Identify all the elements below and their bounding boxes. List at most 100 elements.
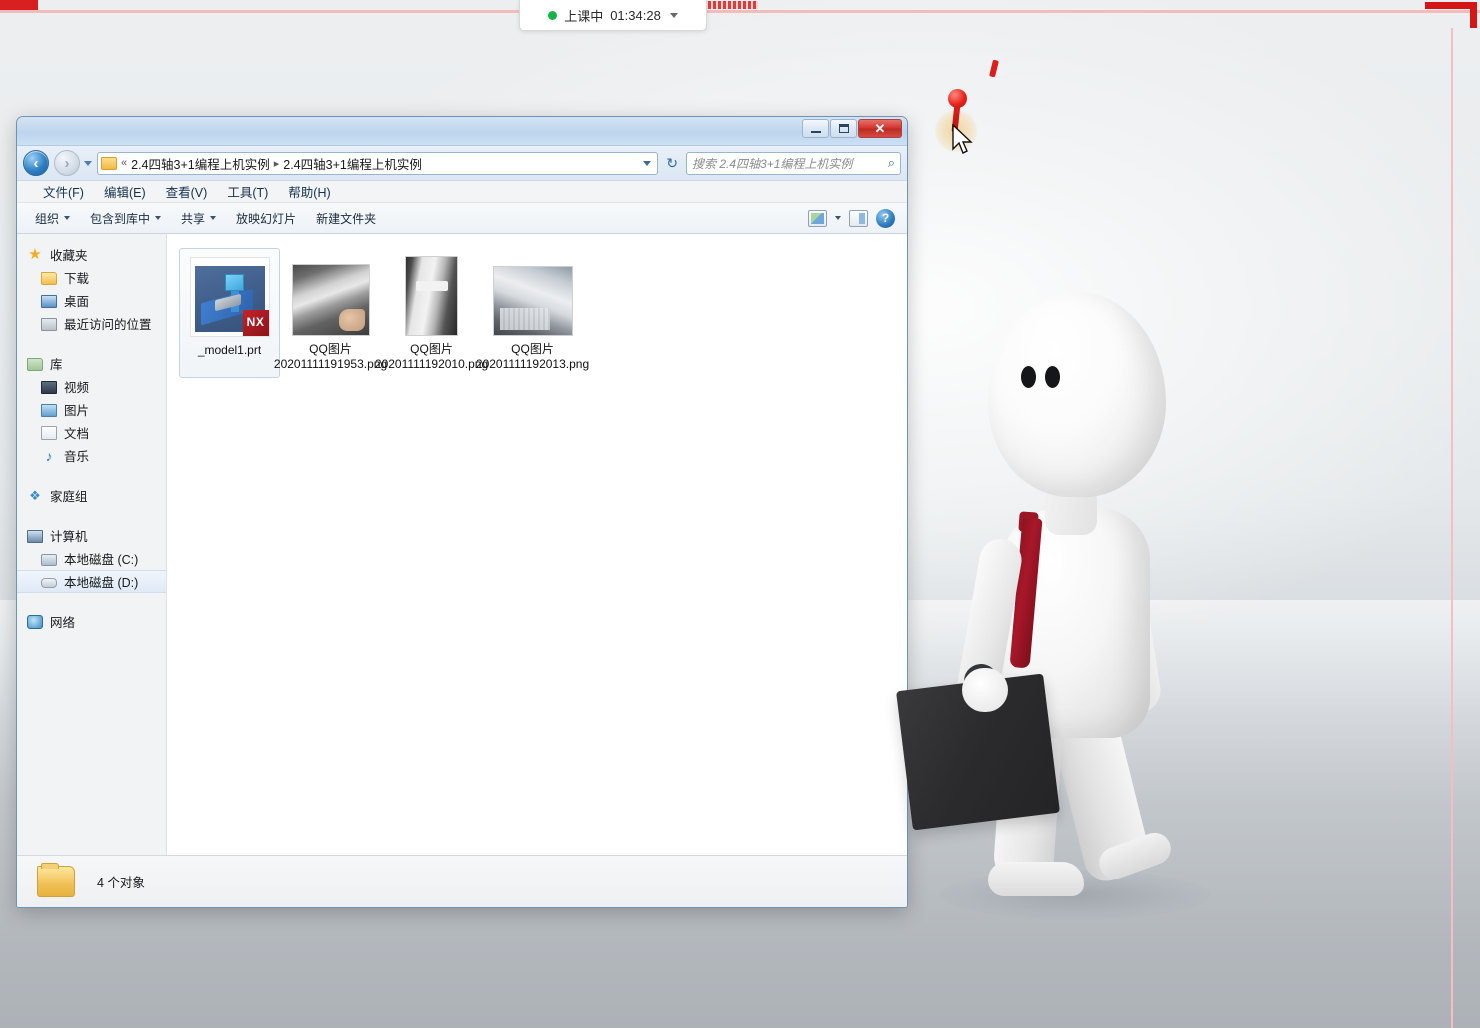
toolbar-share-label: 共享 (181, 211, 206, 226)
class-timer: 01:34:28 (610, 7, 661, 23)
toolbar-slideshow-button[interactable]: 放映幻灯片 (226, 207, 306, 230)
menu-item-view[interactable]: 查看(V) (166, 182, 208, 201)
view-mode-icon[interactable] (808, 209, 827, 227)
nx-part-thumbnail-icon: NX (189, 257, 270, 337)
toolbar-organize-button[interactable]: 组织 (25, 207, 80, 230)
frame-marker-top-left (0, 0, 38, 10)
chevron-down-icon (64, 216, 71, 220)
status-online-dot (548, 10, 558, 20)
desktop-icon (41, 295, 57, 308)
menu-item-help[interactable]: 帮助(H) (288, 182, 330, 201)
sidebar-item-computer[interactable]: 计算机 (17, 524, 166, 547)
sidebar-item-local-disk-d[interactable]: 本地磁盘 (D:) (17, 570, 166, 593)
minimize-button[interactable] (802, 119, 829, 138)
toolbar-share-button[interactable]: 共享 (171, 207, 226, 230)
maximize-button[interactable] (830, 119, 857, 138)
sidebar-item-downloads[interactable]: 下载 (17, 266, 166, 289)
file-thumbnail (491, 252, 575, 336)
view-mode-caret-icon[interactable] (835, 216, 841, 220)
search-icon[interactable]: ⌕ (888, 155, 895, 171)
folder-icon (37, 863, 75, 897)
command-toolbar: 组织 包含到库中 共享 放映幻灯片 新建文件夹 ? (17, 203, 907, 234)
sidebar-item-network[interactable]: 网络 (17, 610, 166, 633)
file-list-area[interactable]: NX _model1.prt QQ图片20201111191953.png QQ… (167, 234, 907, 855)
mannequin-head (988, 292, 1166, 497)
toolbar-right-group: ? (808, 208, 899, 228)
window-titlebar[interactable]: ✕ (17, 117, 907, 146)
sidebar-item-homegroup[interactable]: ❖ 家庭组 (17, 484, 166, 507)
video-icon (41, 381, 57, 394)
mannequin-left-eye (1021, 366, 1036, 388)
sidebar-item-documents[interactable]: 文档 (17, 421, 166, 444)
sidebar-item-favorites[interactable]: ★ 收藏夹 (17, 243, 166, 266)
sidebar-label-favorites: 收藏夹 (50, 249, 88, 263)
toolbar-new-folder-button[interactable]: 新建文件夹 (306, 207, 386, 230)
sidebar-label-pictures: 图片 (64, 404, 90, 418)
back-arrow-icon[interactable]: ‹ (23, 150, 49, 176)
file-label: QQ图片20201111191953.png (273, 342, 388, 372)
minimize-icon (810, 130, 821, 133)
refresh-icon[interactable]: ↻ (663, 155, 681, 172)
sidebar-item-videos[interactable]: 视频 (17, 375, 166, 398)
history-dropdown-icon[interactable] (84, 160, 92, 166)
toolbar-include-in-library-button[interactable]: 包含到库中 (80, 207, 171, 230)
status-bar: 4 个对象 (17, 855, 907, 907)
file-item-qq-image-1[interactable]: QQ图片20201111191953.png (274, 248, 387, 378)
search-input[interactable]: 搜索 2.4四轴3+1编程上机实例 ⌕ (686, 151, 901, 175)
file-thumbnail (390, 252, 474, 336)
file-explorer-window[interactable]: ✕ ‹ › « 2.4四轴3+1编程上机实例 ▸ 2.4四轴3+1编程上机实例 … (16, 116, 908, 908)
frame-corner-top-right (1425, 2, 1477, 28)
window-controls: ✕ (802, 119, 902, 138)
sidebar-item-local-disk-c[interactable]: 本地磁盘 (C:) (17, 547, 166, 570)
navigation-sidebar[interactable]: ★ 收藏夹 下载 桌面 最近访问的位置 库 视频 图片 文档 ♪ 音乐 ❖ 家庭… (17, 234, 167, 855)
address-overflow-chevron[interactable]: « (121, 157, 127, 169)
help-icon[interactable]: ? (876, 208, 895, 228)
file-thumbnail (289, 252, 373, 336)
breadcrumb-separator-icon: ▸ (273, 157, 280, 170)
breadcrumb-segment-2[interactable]: 2.4四轴3+1编程上机实例 (283, 154, 422, 173)
close-button[interactable]: ✕ (858, 119, 902, 138)
sidebar-item-recent-places[interactable]: 最近访问的位置 (17, 312, 166, 335)
address-dropdown-icon[interactable] (643, 160, 652, 166)
star-icon: ★ (28, 245, 42, 263)
forward-arrow-icon[interactable]: › (54, 150, 80, 176)
file-item-model1-prt[interactable]: NX _model1.prt (179, 248, 280, 379)
chevron-down-icon (155, 216, 162, 220)
navigation-bar: ‹ › « 2.4四轴3+1编程上机实例 ▸ 2.4四轴3+1编程上机实例 ↻ … (17, 146, 907, 181)
frame-dashed-marker (698, 1, 758, 9)
sidebar-item-desktop[interactable]: 桌面 (17, 289, 166, 312)
sidebar-item-music[interactable]: ♪ 音乐 (17, 444, 166, 467)
sidebar-item-libraries[interactable]: 库 (17, 352, 166, 375)
breadcrumb-segment-1[interactable]: 2.4四轴3+1编程上机实例 (131, 154, 270, 173)
chevron-down-icon (210, 216, 217, 220)
file-item-qq-image-2[interactable]: QQ图片20201111192010.png (375, 248, 488, 378)
menu-item-tools[interactable]: 工具(T) (227, 182, 268, 201)
preview-pane-icon[interactable] (849, 209, 868, 227)
class-status-pill[interactable]: 上课中 01:34:28 (519, 0, 707, 31)
file-item-qq-image-3[interactable]: QQ图片20201111192013.png (476, 248, 589, 378)
file-label: QQ图片20201111192013.png (475, 342, 590, 372)
folder-icon (41, 272, 57, 285)
mannequin-left-foot (988, 862, 1084, 896)
sidebar-label-local-disk-c: 本地磁盘 (C:) (64, 553, 139, 567)
class-status-label: 上课中 (564, 8, 604, 24)
item-count-label: 4 个对象 (97, 876, 145, 890)
sidebar-label-recent-places: 最近访问的位置 (64, 318, 152, 332)
sidebar-label-downloads: 下载 (64, 272, 90, 286)
sidebar-item-pictures[interactable]: 图片 (17, 398, 166, 421)
menu-item-file[interactable]: 文件(F) (43, 182, 84, 201)
chevron-down-icon[interactable] (669, 12, 678, 18)
file-thumbnail: NX (188, 253, 272, 337)
red-pin-marker (948, 89, 967, 108)
address-bar[interactable]: « 2.4四轴3+1编程上机实例 ▸ 2.4四轴3+1编程上机实例 (97, 151, 659, 175)
search-placeholder: 搜索 2.4四轴3+1编程上机实例 (692, 156, 853, 171)
menu-item-edit[interactable]: 编辑(E) (104, 182, 146, 201)
mannequin-left-hand (962, 668, 1008, 712)
sidebar-label-local-disk-d: 本地磁盘 (D:) (64, 576, 139, 590)
photo-part-thumbnail-icon (405, 256, 458, 336)
photo-machine-thumbnail-icon (291, 264, 370, 336)
mannequin-right-eye (1045, 366, 1060, 388)
